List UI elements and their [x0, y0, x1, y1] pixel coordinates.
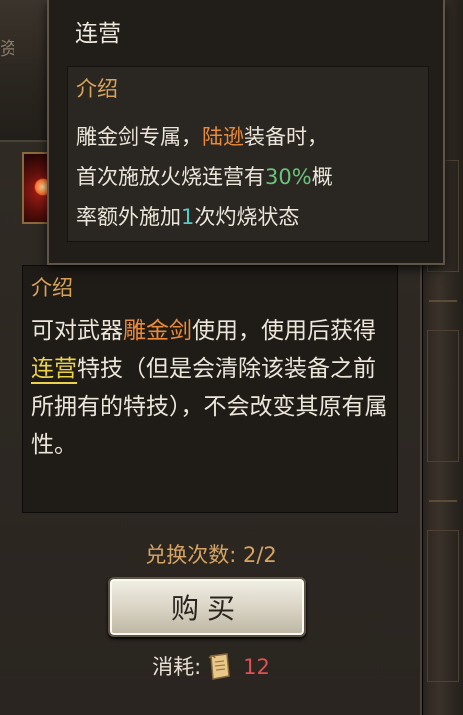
- cost-label: 消耗:: [152, 655, 202, 679]
- decor-band: [429, 500, 457, 502]
- tooltip-line: 雕金剑专属，陆逊装备时，: [76, 117, 426, 157]
- cost-row: 消耗: 12: [0, 651, 422, 683]
- skill-link[interactable]: 连营: [31, 356, 77, 384]
- desc-part: 使用，使用后获得: [192, 318, 376, 344]
- background-text-fragment: 资: [0, 39, 14, 60]
- decor-band: [429, 300, 457, 302]
- tip-text-part: 次灼烧状态: [194, 205, 300, 229]
- item-description-box: 介绍 可对武器雕金剑使用，使用后获得连营特技（但是会清除该装备之前所拥有的特技）…: [22, 265, 398, 513]
- skill-tooltip: 连营 介绍 雕金剑专属，陆逊装备时， 首次施放火烧连营有30%概 率额外施加1次…: [47, 0, 445, 265]
- tooltip-content-box: 介绍 雕金剑专属，陆逊装备时， 首次施放火烧连营有30%概 率额外施加1次灼烧状…: [67, 66, 429, 242]
- weapon-name: 雕金剑: [123, 318, 192, 344]
- hero-name: 陆逊: [202, 125, 244, 149]
- tooltip-line: 首次施放火烧连营有30%概: [76, 157, 426, 197]
- description-heading: 介绍: [31, 276, 73, 300]
- desc-part: 特技（但是会清除该装备之前所拥有的特技），不会改变其原有属性。: [31, 356, 388, 458]
- tooltip-section-label: 介绍: [76, 77, 118, 101]
- decor-frame: [427, 530, 459, 682]
- tip-text-part: 率额外施加: [76, 205, 181, 229]
- chance-value: 30%: [265, 165, 312, 189]
- scroll-icon: [205, 652, 233, 682]
- tooltip-text: 雕金剑专属，陆逊装备时， 首次施放火烧连营有30%概 率额外施加1次灼烧状态: [76, 117, 426, 237]
- tooltip-title: 连营: [75, 21, 121, 47]
- tip-text-part: 装备时，: [244, 125, 328, 149]
- exchange-count: 兑换次数: 2/2: [145, 543, 277, 567]
- decor-frame: [427, 330, 459, 462]
- tip-text-part: 首次施放火烧连营有: [76, 165, 265, 189]
- cost-value: 12: [243, 655, 270, 679]
- desc-part: 可对武器: [31, 318, 123, 344]
- tip-text-part: 概: [311, 165, 333, 189]
- description-text: 可对武器雕金剑使用，使用后获得连营特技（但是会清除该装备之前所拥有的特技），不会…: [31, 312, 391, 464]
- tip-text-part: 雕金剑专属，: [76, 125, 202, 149]
- tooltip-line: 率额外施加1次灼烧状态: [76, 197, 426, 237]
- buy-button[interactable]: 购买: [108, 577, 306, 637]
- count-value: 1: [181, 205, 195, 229]
- background-left: 资: [0, 0, 50, 140]
